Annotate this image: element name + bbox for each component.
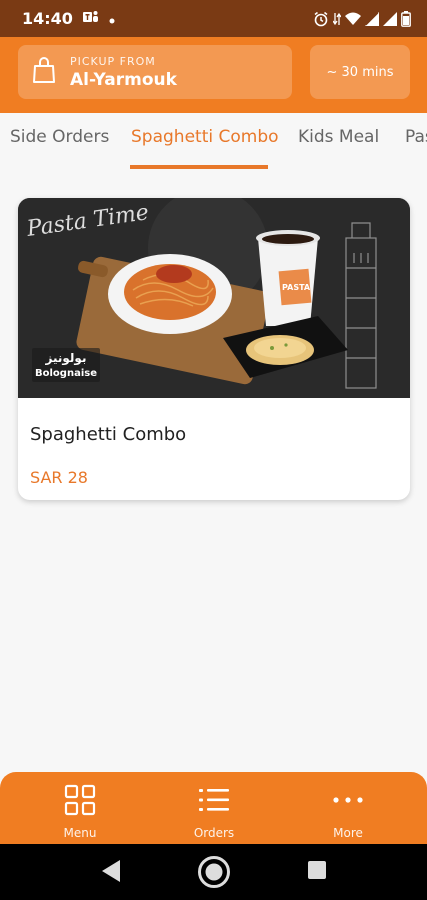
data-icon — [333, 12, 341, 26]
tab-spaghetti-combo[interactable]: Spaghetti Combo — [131, 127, 279, 147]
more-icon — [332, 784, 364, 820]
grid-icon — [64, 784, 96, 820]
home-icon[interactable] — [197, 855, 231, 893]
list-icon — [198, 784, 230, 820]
dot-icon — [109, 9, 115, 28]
product-name: Spaghetti Combo — [30, 424, 187, 445]
recents-icon[interactable] — [307, 860, 327, 884]
alarm-icon — [313, 11, 329, 27]
product-image: Pasta Time PASTA بولونيز Bolognaise — [18, 198, 410, 398]
eta-button[interactable]: ~ 30 mins — [310, 45, 410, 99]
tab-side-orders[interactable]: Side Orders — [10, 127, 109, 147]
system-navigation-bar — [0, 844, 427, 900]
cup-logo: PASTA — [282, 283, 311, 292]
nav-more[interactable]: More — [303, 784, 393, 840]
back-icon[interactable] — [100, 858, 122, 888]
bottom-navigation: Menu Orders More — [0, 772, 427, 844]
status-time: 14:40 — [22, 9, 73, 28]
nav-orders[interactable]: Orders — [169, 784, 259, 840]
shopping-bag-icon — [32, 56, 56, 88]
nav-more-label: More — [333, 826, 363, 840]
dish-label-arabic: بولونيز — [45, 351, 87, 366]
pickup-location: Al-Yarmouk — [70, 69, 177, 90]
nav-orders-label: Orders — [193, 826, 235, 840]
tab-pasta[interactable]: Pas — [405, 127, 427, 147]
category-tabs: Side Orders Spaghetti Combo Kids Meal Pa… — [0, 113, 427, 171]
status-bar: 14:40 — [0, 0, 427, 37]
battery-icon — [401, 10, 411, 27]
teams-icon — [82, 9, 99, 28]
product-card[interactable]: Pasta Time PASTA بولونيز Bolognaise Spag… — [18, 198, 410, 500]
pickup-label: PICKUP FROM — [70, 54, 156, 68]
signal-icon — [383, 11, 397, 26]
active-tab-indicator — [130, 165, 268, 169]
dish-label-latin: Bolognaise — [35, 368, 97, 379]
app-header: PICKUP FROM Al-Yarmouk ~ 30 mins — [0, 37, 427, 113]
pickup-location-selector[interactable]: PICKUP FROM Al-Yarmouk — [18, 45, 292, 99]
tab-kids-meal[interactable]: Kids Meal — [298, 127, 379, 147]
nav-menu[interactable]: Menu — [35, 784, 125, 840]
wifi-icon — [345, 12, 361, 26]
product-price: SAR 28 — [30, 468, 88, 487]
nav-menu-label: Menu — [63, 826, 97, 840]
signal-icon — [365, 11, 379, 26]
